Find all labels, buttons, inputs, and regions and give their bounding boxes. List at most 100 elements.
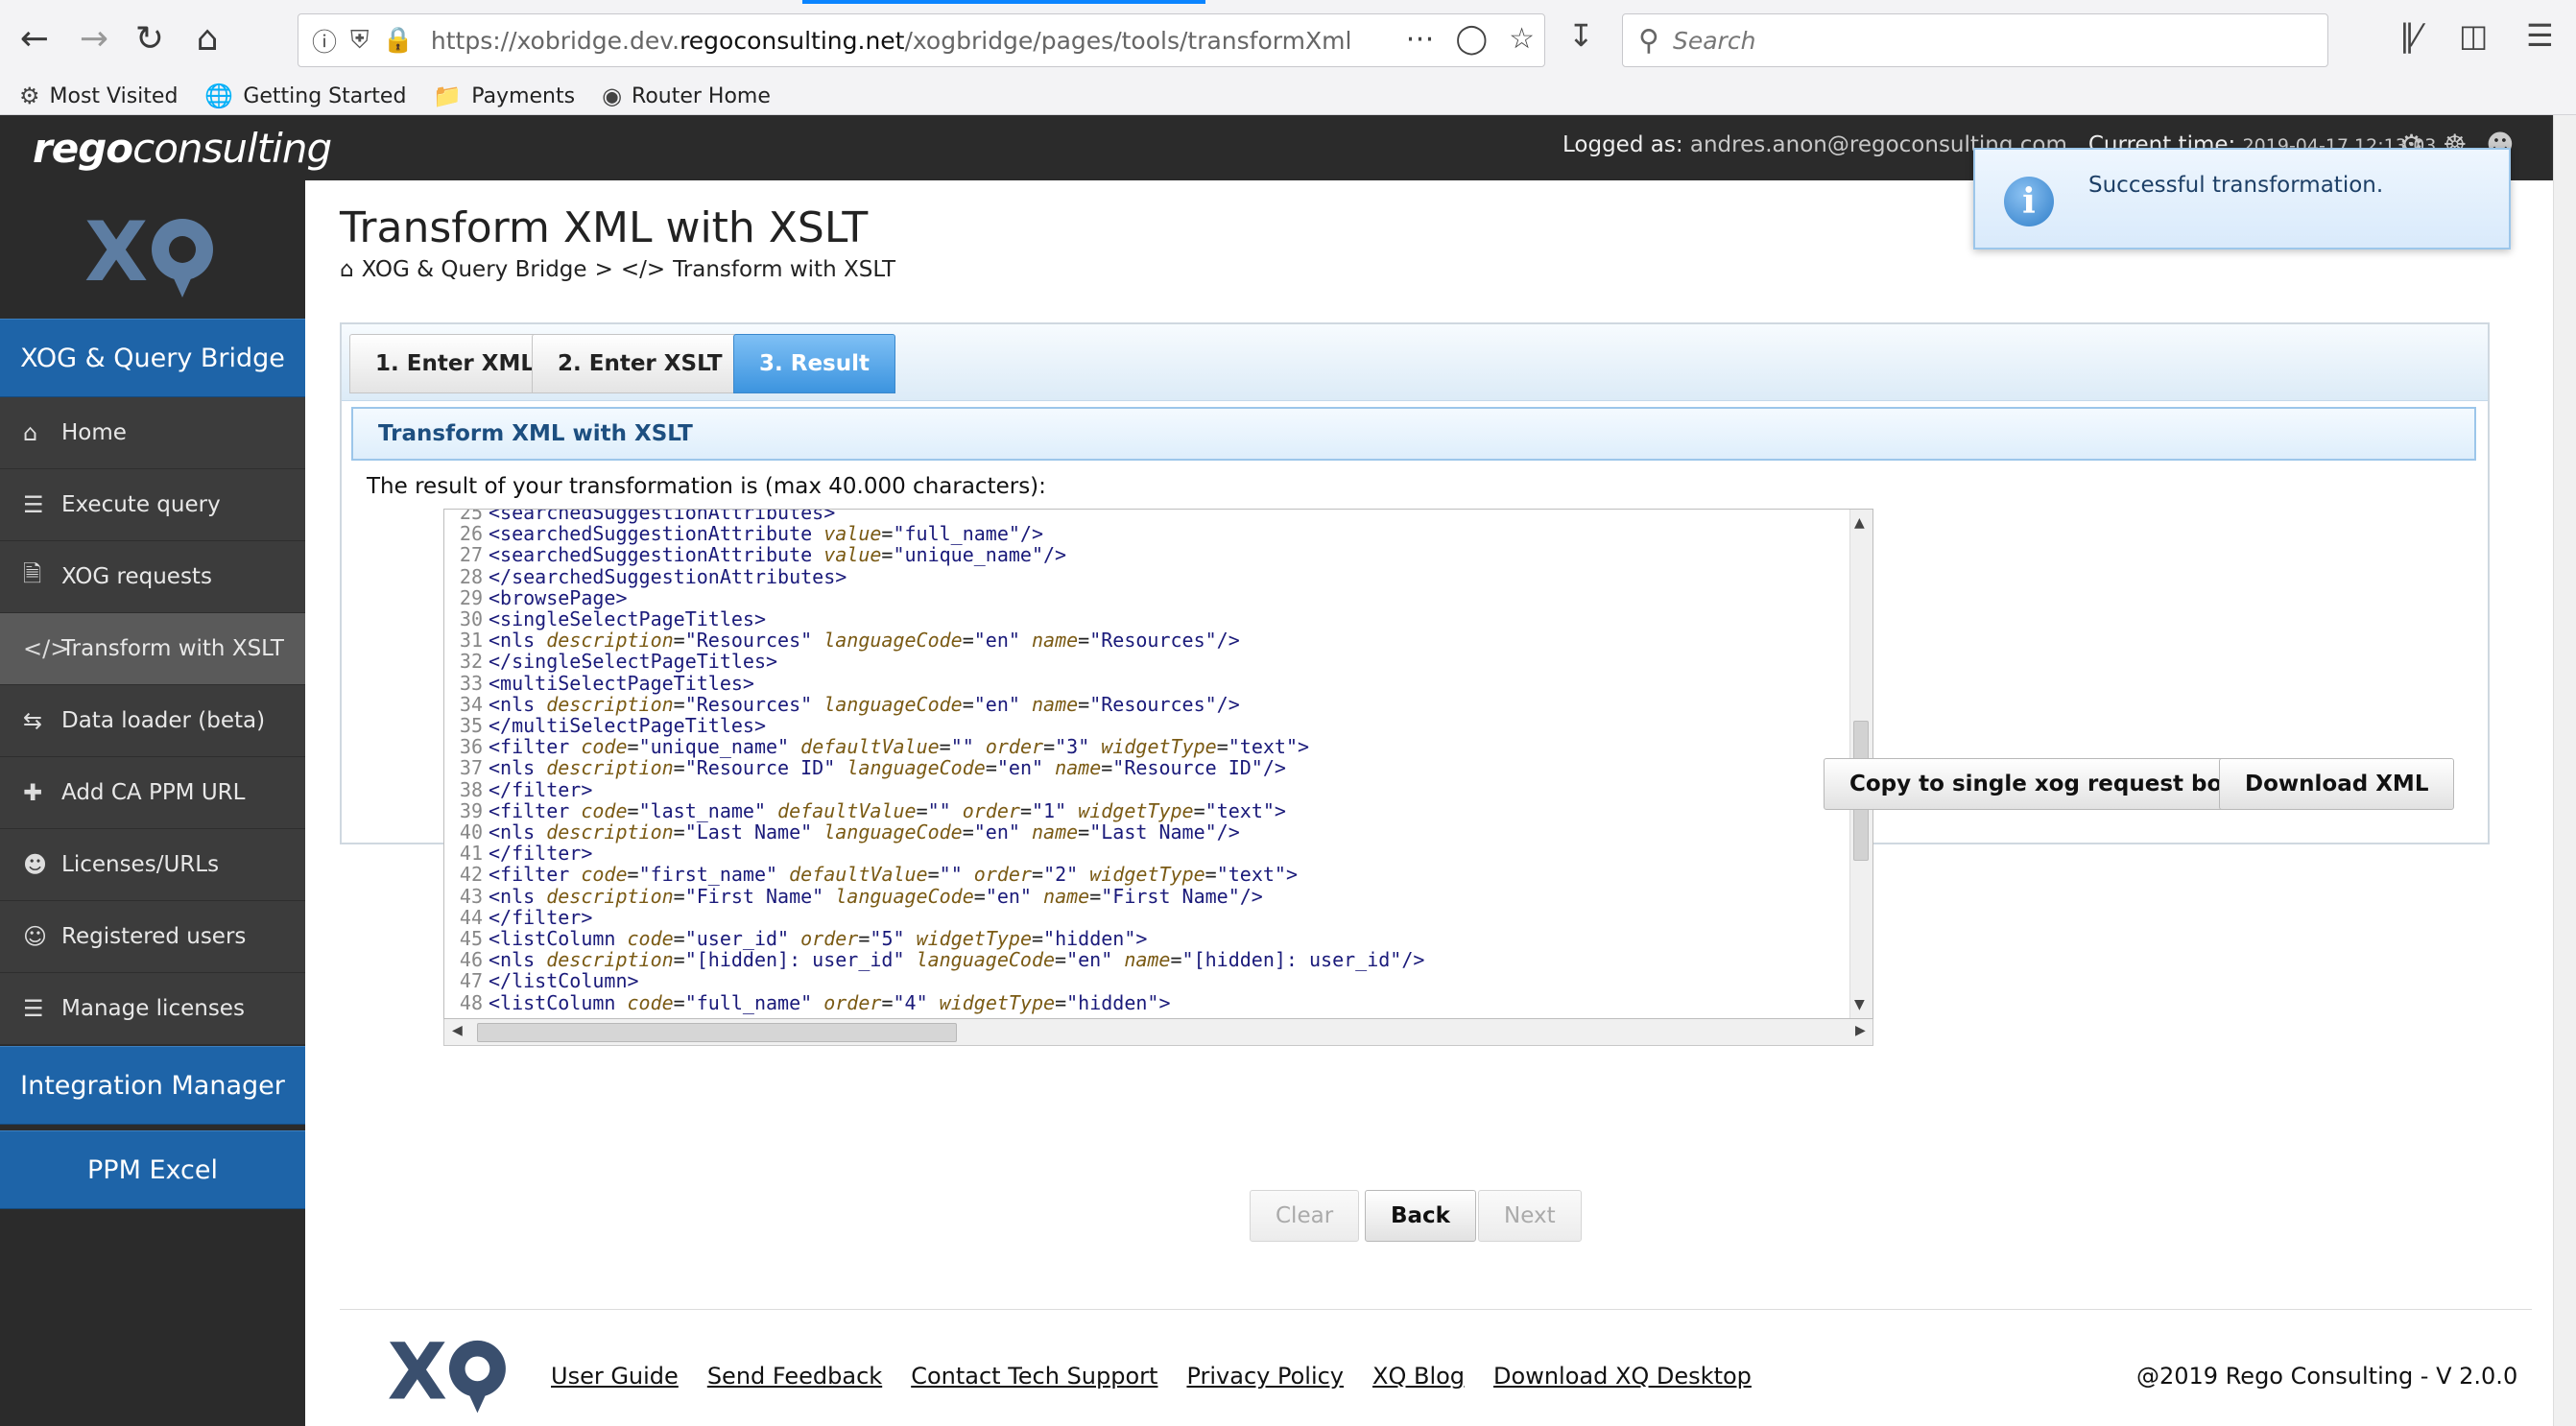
- bookmark-most-visited[interactable]: ⚙ Most Visited: [19, 83, 178, 109]
- sidebar-item-manage-licenses[interactable]: ☰ Manage licenses: [0, 973, 305, 1045]
- forward-arrow-icon[interactable]: →: [69, 13, 119, 63]
- code-line: 34 <nls description="Resources" languageC…: [459, 692, 1240, 716]
- footer-link-contact-support[interactable]: Contact Tech Support: [911, 1363, 1157, 1390]
- user-icon: ☻: [23, 851, 48, 878]
- nav-integration-manager[interactable]: Integration Manager: [0, 1046, 305, 1125]
- next-button[interactable]: Next: [1478, 1190, 1582, 1242]
- wizard-tabs: 1. Enter XML 2. Enter XSLT 3. Result: [342, 324, 2488, 401]
- sidebar-item-transform-xslt[interactable]: </> Transform with XSLT: [0, 613, 305, 685]
- scroll-down-icon[interactable]: ▼: [1854, 997, 1865, 1012]
- sidebar-item-execute-query[interactable]: ☰ Execute query: [0, 469, 305, 541]
- footer-link-user-guide[interactable]: User Guide: [551, 1363, 679, 1390]
- footer-links: User Guide Send Feedback Contact Tech Su…: [551, 1363, 1752, 1390]
- list-icon: ☰: [23, 995, 44, 1022]
- sidebar-menu: ⌂ Home ☰ Execute query 🗎 XOG requests </> Tr…: [0, 397, 305, 1045]
- search-placeholder: Search: [1672, 26, 1756, 55]
- library-icon[interactable]: ‖⁄: [2399, 17, 2420, 54]
- code-line: 38 </filter>: [459, 777, 593, 801]
- folder-icon: 📁: [433, 83, 463, 109]
- result-code-editor[interactable]: ▲ ▼ 25 <searchedSuggestionAttributes> 26 <s…: [443, 509, 1875, 1046]
- code-line: 47 </listColumn>: [459, 969, 639, 993]
- sidebar-toggle-icon[interactable]: ◫: [2459, 17, 2488, 54]
- sidebar-item-licenses-urls[interactable]: ☻ Licenses/URLs: [0, 829, 305, 901]
- bookmark-router-home[interactable]: ◉ Router Home: [602, 83, 771, 109]
- code-line: 45 <listColumn code="user_id" order="5" w…: [459, 927, 1148, 950]
- code-line: 28 </searchedSuggestionAttributes>: [459, 564, 847, 588]
- home-icon: ⌂: [23, 419, 38, 446]
- lock-icon[interactable]: 🔒: [383, 26, 414, 55]
- code-area[interactable]: ▲ ▼ 25 <searchedSuggestionAttributes> 26 <s…: [443, 509, 1873, 1019]
- scroll-right-icon[interactable]: ▶: [1855, 1023, 1866, 1038]
- code-icon: </>: [23, 635, 70, 662]
- nav-ppm-excel[interactable]: PPM Excel: [0, 1130, 305, 1209]
- page-scrollbar[interactable]: [2553, 115, 2576, 1426]
- footer-link-privacy-policy[interactable]: Privacy Policy: [1186, 1363, 1344, 1390]
- copyright: @2019 Rego Consulting - V 2.0.0: [2136, 1363, 2518, 1390]
- back-arrow-icon[interactable]: ←: [10, 13, 60, 63]
- horizontal-scrollbar[interactable]: ◀ ▶: [443, 1019, 1873, 1046]
- result-label: The result of your transformation is (ma…: [367, 474, 1046, 499]
- footer-link-xq-blog[interactable]: XQ Blog: [1372, 1363, 1465, 1390]
- breadcrumb-home[interactable]: XOG & Query Bridge: [362, 257, 587, 282]
- search-icon: ⚲: [1638, 23, 1659, 58]
- code-line: 27 <searchedSuggestionAttribute value="un…: [459, 543, 1067, 567]
- horizontal-scroll-thumb[interactable]: [477, 1023, 957, 1042]
- scroll-up-icon[interactable]: ▲: [1854, 515, 1865, 531]
- sidebar-item-data-loader[interactable]: ⇆ Data loader (beta): [0, 685, 305, 757]
- search-box[interactable]: ⚲ Search: [1622, 13, 2328, 67]
- code-line: 29 <browsePage>: [459, 585, 628, 609]
- code-line: 30 <singleSelectPageTitles>: [459, 607, 766, 630]
- users-icon: ☺: [23, 923, 48, 950]
- tracking-shield-icon[interactable]: ⛨: [350, 26, 370, 56]
- copy-to-xog-button[interactable]: Copy to single xog request box: [1824, 758, 2263, 810]
- page-title: Transform XML with XSLT: [340, 203, 869, 252]
- tab-enter-xslt[interactable]: 2. Enter XSLT: [532, 334, 749, 393]
- sidebar-item-xog-requests[interactable]: 🗎 XOG requests: [0, 541, 305, 613]
- plus-icon: ✚: [23, 779, 43, 806]
- tab-enter-xml[interactable]: 1. Enter XML: [349, 334, 561, 393]
- breadcrumb-current: Transform with XSLT: [673, 257, 896, 282]
- bookmark-payments[interactable]: 📁 Payments: [433, 83, 575, 109]
- reload-icon[interactable]: ↻: [125, 13, 175, 63]
- download-xml-button[interactable]: Download XML: [2219, 758, 2455, 810]
- rego-logo[interactable]: regoconsulting: [33, 125, 332, 172]
- code-line: 39 <filter code="last_name" defaultValue=…: [459, 798, 1286, 822]
- sidebar-item-registered-users[interactable]: ☺ Registered users: [0, 901, 305, 973]
- sidebar-item-home[interactable]: ⌂ Home: [0, 397, 305, 469]
- home-icon[interactable]: ⌂: [182, 13, 232, 63]
- url-text[interactable]: https://xobridge.dev.regoconsulting.net/…: [431, 27, 1352, 55]
- back-button[interactable]: Back: [1365, 1190, 1476, 1242]
- breadcrumb-separator: >: [594, 257, 613, 282]
- home-icon[interactable]: ⌂: [340, 257, 354, 282]
- scroll-left-icon[interactable]: ◀: [452, 1023, 463, 1038]
- address-bar[interactable]: ⓘ ⛨ 🔒 https://xobridge.dev.regoconsultin…: [298, 13, 1545, 67]
- clear-button[interactable]: Clear: [1250, 1190, 1360, 1242]
- database-icon: ☰: [23, 491, 44, 518]
- router-icon: ◉: [602, 83, 623, 109]
- code-line: 31 <nls description="Resources" languageC…: [459, 629, 1240, 653]
- xq-logo-icon: X XQ: [84, 205, 213, 300]
- footer-link-download-desktop[interactable]: Download XQ Desktop: [1493, 1363, 1752, 1390]
- code-line: 36 <filter code="unique_name" defaultValu…: [459, 735, 1310, 759]
- sidebar-item-add-ca-ppm-url[interactable]: ✚ Add CA PPM URL: [0, 757, 305, 829]
- success-notification[interactable]: i Successful transformation.: [1973, 148, 2511, 250]
- code-line: 40 <nls description="Last Name" languageC…: [459, 820, 1240, 844]
- bookmark-getting-started[interactable]: 🌐 Getting Started: [204, 83, 406, 109]
- menu-icon[interactable]: ☰: [2526, 17, 2554, 54]
- pocket-icon[interactable]: ◯: [1456, 22, 1489, 56]
- code-icon: </>: [620, 257, 666, 282]
- code-line: 26 <searchedSuggestionAttribute value="fu…: [459, 522, 1044, 546]
- bookmark-star-icon[interactable]: ☆: [1509, 22, 1535, 56]
- footer-xq-logo-icon: X: [388, 1328, 506, 1416]
- info-icon[interactable]: ⓘ: [312, 23, 337, 59]
- svg-text:X: X: [84, 205, 148, 300]
- code-line: 46 <nls description="[hidden]: user_id" l…: [459, 948, 1425, 972]
- globe-icon: 🌐: [204, 83, 234, 109]
- browser-navbar: ← → ↻ ⌂ ⓘ ⛨ 🔒 https://xobridge.dev.regoc…: [0, 0, 2576, 77]
- download-icon[interactable]: ↧: [1568, 17, 1594, 54]
- tab-result[interactable]: 3. Result: [733, 334, 895, 393]
- footer-link-send-feedback[interactable]: Send Feedback: [707, 1363, 882, 1390]
- browser-chrome: ← → ↻ ⌂ ⓘ ⛨ 🔒 https://xobridge.dev.regoc…: [0, 0, 2576, 115]
- more-actions-icon[interactable]: ⋯: [1406, 22, 1435, 56]
- nav-xog-query-bridge[interactable]: XOG & Query Bridge: [0, 319, 305, 397]
